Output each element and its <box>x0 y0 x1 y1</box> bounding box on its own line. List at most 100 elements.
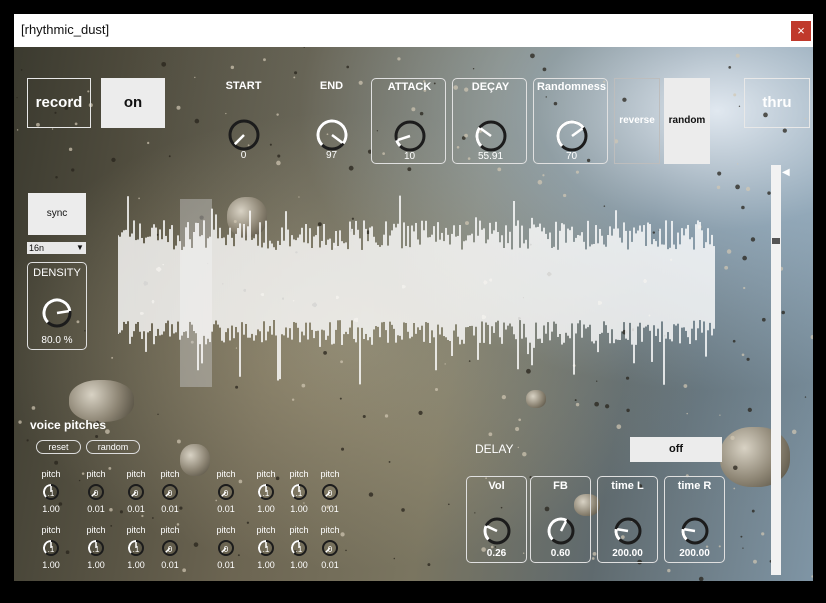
pitch-knob-number: 0 <box>167 489 173 498</box>
on-toggle-button[interactable]: on <box>101 78 165 128</box>
pitch-label: pitch <box>216 469 236 479</box>
pitch-knob-group: pitch 0 0.01 <box>81 469 111 521</box>
pitch-label: pitch <box>160 469 180 479</box>
knob-pointer <box>479 127 492 138</box>
pitch-knob-number: .1 <box>47 545 55 554</box>
delay-vol-value: 0.26 <box>486 548 507 559</box>
waveform-display[interactable] <box>118 195 716 391</box>
knob-panel-attack: ATTACK 10 <box>371 78 446 164</box>
pitch-knob-group: pitch .1 1.00 <box>251 525 281 577</box>
start-knob[interactable] <box>227 118 261 152</box>
pitch-value: 1.00 <box>127 560 145 570</box>
decay-label: DEÇAY <box>471 81 510 93</box>
pitch-knob-number: 0 <box>133 489 139 498</box>
pitch-knob-number: .1 <box>262 489 270 498</box>
attack-knob[interactable] <box>393 119 427 153</box>
pitch-value: 1.00 <box>257 560 275 570</box>
density-knob[interactable] <box>41 297 73 329</box>
density-panel: DENSITY 80.0 % <box>27 262 87 350</box>
knob-arc <box>394 139 401 147</box>
knob-pointer <box>233 134 245 146</box>
app-window: [rhythmic_dust] × record on START 0 END 97 A… <box>14 14 813 581</box>
pitch-value: 1.00 <box>87 560 105 570</box>
density-label: DENSITY <box>33 267 81 279</box>
decay-knob[interactable] <box>474 119 508 153</box>
delay-timel-knob[interactable] <box>613 516 643 546</box>
delay-vol-label: Vol <box>488 480 505 492</box>
title-bar: [rhythmic_dust] × <box>14 14 813 47</box>
randomness-value: 70 <box>565 151 578 162</box>
attack-label: ATTACK <box>387 81 432 93</box>
random-pitches-button[interactable]: random <box>86 440 140 454</box>
knob-pointer <box>396 134 410 142</box>
pitch-knob-number: .1 <box>262 545 270 554</box>
delay-off-toggle[interactable]: off <box>630 437 722 462</box>
pitch-label: pitch <box>289 525 309 535</box>
pitch-knob-group: pitch 0 0.01 <box>155 469 185 521</box>
delay-timer-knob[interactable] <box>680 516 710 546</box>
density-value: 80.0 % <box>41 335 73 346</box>
delay-panel-fb: FB 0.60 <box>530 476 591 563</box>
delay-panel-timel: time L 200.00 <box>597 476 658 563</box>
pitch-knob-number: 0 <box>167 545 173 554</box>
pitch-knob-number: 0 <box>223 545 229 554</box>
delay-fb-value: 0.60 <box>550 548 571 559</box>
end-label: END <box>319 80 344 92</box>
pitch-value: 1.00 <box>257 504 275 514</box>
pitch-label: pitch <box>160 525 180 535</box>
knob-arc <box>475 126 482 147</box>
pitch-knob-group: pitch 0 0.01 <box>315 469 345 521</box>
vertical-slider[interactable] <box>771 165 781 575</box>
pitch-label: pitch <box>216 525 236 535</box>
pitch-value: 0.01 <box>217 560 235 570</box>
pitch-knob-group: pitch .1 1.00 <box>36 469 66 521</box>
pitch-value: 1.00 <box>42 560 60 570</box>
knob-panel-end: END 97 <box>294 78 369 164</box>
close-button[interactable]: × <box>791 21 811 41</box>
delay-vol-knob[interactable] <box>482 516 512 546</box>
knob-pointer <box>616 528 629 533</box>
knob-panel-randomness: Randomness 70 <box>533 78 608 164</box>
knob-pointer <box>330 134 343 144</box>
pitch-knob-group: pitch 0 0.01 <box>155 525 185 577</box>
pitch-knob-group: pitch 0 0.01 <box>121 469 151 521</box>
pitch-knob-number: 0 <box>327 489 333 498</box>
thru-button[interactable]: thru <box>744 78 810 128</box>
knob-panel-decay: DEÇAY 55.91 <box>452 78 527 164</box>
pitch-knob-group: pitch .1 1.00 <box>284 469 314 521</box>
randomness-knob[interactable] <box>555 119 589 153</box>
reverse-toggle-button[interactable]: reverse <box>614 78 660 164</box>
sync-button[interactable]: sync <box>28 193 86 235</box>
pitch-label: pitch <box>320 469 340 479</box>
pitch-value: 0.01 <box>161 504 179 514</box>
pitch-knob-group: pitch 0 0.01 <box>211 525 241 577</box>
reverse-label: reverse <box>619 115 655 126</box>
division-select[interactable]: 16n ▼ <box>27 242 86 254</box>
delay-panel-vol: Vol 0.26 <box>466 476 527 563</box>
pitch-value: 0.01 <box>87 504 105 514</box>
delay-label: DELAY <box>475 442 514 456</box>
delay-fb-knob[interactable] <box>546 516 576 546</box>
pitch-label: pitch <box>86 469 106 479</box>
knob-pointer <box>570 127 583 138</box>
random-toggle-button[interactable]: random <box>664 78 710 164</box>
delay-timer-label: time R <box>677 480 712 492</box>
division-value: 16n <box>29 243 45 253</box>
decay-value: 55.91 <box>477 151 504 162</box>
knob-pointer <box>559 520 568 532</box>
delay-timel-value: 200.00 <box>612 548 643 559</box>
pitch-label: pitch <box>126 469 146 479</box>
pitch-value: 0.01 <box>321 504 339 514</box>
reset-button[interactable]: reset <box>36 440 81 454</box>
attack-value: 10 <box>403 151 416 162</box>
pitch-knob-number: 0 <box>327 545 333 554</box>
end-knob[interactable] <box>315 118 349 152</box>
pitch-knob-number: .1 <box>295 545 303 554</box>
delay-timer-value: 200.00 <box>679 548 710 559</box>
slider-thumb[interactable] <box>772 237 780 244</box>
chevron-down-icon: ▼ <box>76 243 84 252</box>
delay-panel-timer: time R 200.00 <box>664 476 725 563</box>
record-button[interactable]: record <box>27 78 91 128</box>
pitch-label: pitch <box>86 525 106 535</box>
knob-pointer <box>486 525 498 533</box>
